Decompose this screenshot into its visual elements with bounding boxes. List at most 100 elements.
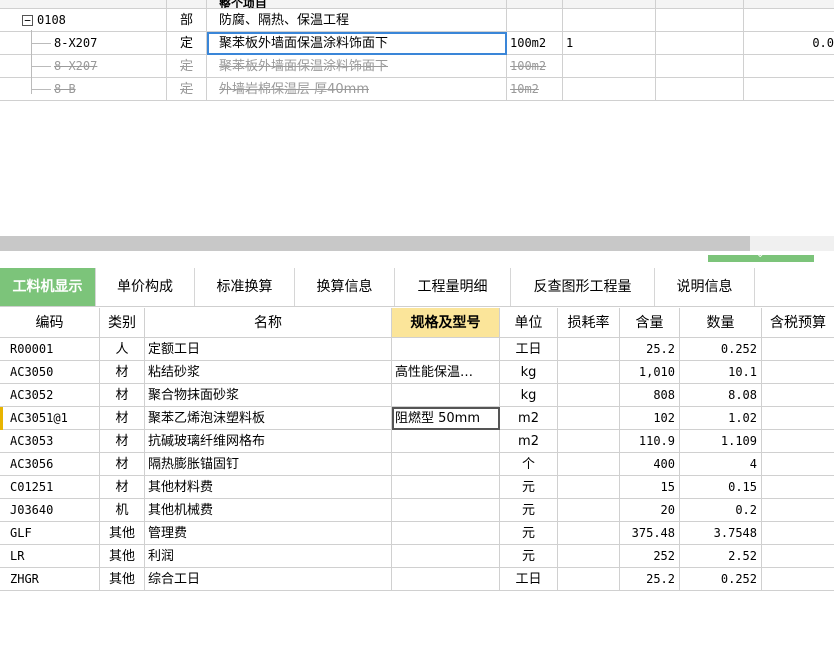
cell-tax-budget[interactable] (762, 384, 834, 407)
cell-tax-budget[interactable] (762, 545, 834, 568)
cell-content[interactable]: 1,010 (620, 361, 680, 384)
cell-code[interactable]: LR (0, 545, 100, 568)
cell-code[interactable]: J03640 (0, 499, 100, 522)
cell-code[interactable]: R00001 (0, 338, 100, 361)
cell-loss[interactable] (558, 407, 620, 430)
cell-tax-budget[interactable] (762, 361, 834, 384)
table-row[interactable]: AC3056 材隔热膨胀锚固钉 个 400 4 (0, 453, 834, 476)
cell-cat[interactable]: 其他 (100, 522, 145, 545)
cell-tax-budget[interactable] (762, 338, 834, 361)
cell-cat[interactable]: 材 (100, 361, 145, 384)
table-row[interactable]: AC3053 材抗碱玻璃纤维网格布 m2 110.9 1.109 (0, 430, 834, 453)
table-row[interactable]: AC3051@1 材聚苯乙烯泡沫塑料板 阻燃型 50mm m2 102 1.02 (0, 407, 834, 430)
cell-qty[interactable]: 4 (680, 453, 762, 476)
cell-name[interactable]: 隔热膨胀锚固钉 (145, 453, 392, 476)
cell-unit[interactable]: kg (500, 361, 558, 384)
splitter-handle[interactable]: ⌄ (708, 249, 814, 262)
cell-cat[interactable]: 材 (100, 453, 145, 476)
cell-cat[interactable]: 材 (100, 430, 145, 453)
cell-loss[interactable] (558, 453, 620, 476)
cell-name[interactable]: 利润 (145, 545, 392, 568)
cell-spec[interactable] (392, 499, 500, 522)
cell-code[interactable]: ZHGR (0, 568, 100, 591)
cell-cat[interactable]: 材 (100, 476, 145, 499)
cell-unit[interactable]: 元 (500, 545, 558, 568)
cell-unit[interactable]: 个 (500, 453, 558, 476)
table-row[interactable]: 8-X207 定 聚苯板外墙面保温涂料饰面下 100m2 1 0.0 (0, 32, 834, 55)
cell-spec[interactable] (392, 545, 500, 568)
tab-reverse-lookup[interactable]: 反查图形工程量 (511, 268, 655, 306)
cell-loss[interactable] (558, 430, 620, 453)
cell-content[interactable]: 102 (620, 407, 680, 430)
scrollbar-thumb[interactable] (0, 236, 750, 251)
cell-cat[interactable]: 其他 (100, 545, 145, 568)
cell-unit[interactable]: 工日 (500, 568, 558, 591)
cell-tax-budget[interactable] (762, 476, 834, 499)
cell-spec[interactable] (392, 338, 500, 361)
cell-loss[interactable] (558, 384, 620, 407)
table-row[interactable]: 8-B 定 外墙岩棉保温层 厚40mm 10m2 (0, 78, 834, 101)
cell-tax-budget[interactable] (762, 499, 834, 522)
cell-name[interactable]: 聚苯乙烯泡沫塑料板 (145, 407, 392, 430)
cell-content[interactable]: 20 (620, 499, 680, 522)
cell-content[interactable]: 25.2 (620, 338, 680, 361)
cell-qty[interactable]: 0.2 (680, 499, 762, 522)
cell-spec[interactable]: 阻燃型 50mm (392, 407, 500, 430)
table-row[interactable]: AC3050 材粘结砂浆 高性能保温… kg 1,010 10.1 (0, 361, 834, 384)
cell-qty[interactable]: 0.252 (680, 568, 762, 591)
cell-name[interactable]: 其他机械费 (145, 499, 392, 522)
cell-cat[interactable]: 材 (100, 384, 145, 407)
cell-loss[interactable] (558, 522, 620, 545)
cell-spec[interactable] (392, 384, 500, 407)
cell-tax-budget[interactable] (762, 568, 834, 591)
cell-name[interactable]: 定额工日 (145, 338, 392, 361)
cell-spec[interactable] (392, 522, 500, 545)
table-row[interactable]: 8-X207 定 聚苯板外墙面保温涂料饰面下 100m2 (0, 55, 834, 78)
cell-content[interactable]: 252 (620, 545, 680, 568)
cell-qty[interactable]: 8.08 (680, 384, 762, 407)
table-row[interactable]: AC3052 材聚合物抹面砂浆 kg 808 8.08 (0, 384, 834, 407)
cell-qty[interactable]: 0.15 (680, 476, 762, 499)
cell-tax-budget[interactable] (762, 407, 834, 430)
table-row[interactable]: J03640 机其他机械费 元 20 0.2 (0, 499, 834, 522)
cell-qty[interactable]: 0.252 (680, 338, 762, 361)
cell-unit[interactable]: 元 (500, 499, 558, 522)
cell-qty[interactable]: 2.52 (680, 545, 762, 568)
tab-description[interactable]: 说明信息 (655, 268, 755, 306)
tab-standard-conversion[interactable]: 标准换算 (195, 268, 295, 306)
cell-qty[interactable]: 10.1 (680, 361, 762, 384)
item-name-field[interactable]: 聚苯板外墙面保温涂料饰面下 (207, 32, 507, 55)
cell-qty[interactable]: 1.109 (680, 430, 762, 453)
cell-tax-budget[interactable] (762, 430, 834, 453)
cell-loss[interactable] (558, 476, 620, 499)
cell-loss[interactable] (558, 568, 620, 591)
tab-labor-material-machine[interactable]: 工料机显示 (0, 268, 96, 306)
cell-cat[interactable]: 材 (100, 407, 145, 430)
cell-name[interactable]: 抗碱玻璃纤维网格布 (145, 430, 392, 453)
cell-spec[interactable] (392, 568, 500, 591)
cell-qty[interactable]: 3.7548 (680, 522, 762, 545)
cell-spec[interactable] (392, 453, 500, 476)
cell-unit[interactable]: m2 (500, 407, 558, 430)
cell-loss[interactable] (558, 499, 620, 522)
cell-tax-budget[interactable] (762, 453, 834, 476)
tab-quantity-detail[interactable]: 工程量明细 (395, 268, 511, 306)
cell-code[interactable]: AC3051@1 (0, 407, 100, 430)
cell-cat[interactable]: 机 (100, 499, 145, 522)
cell-cat[interactable]: 其他 (100, 568, 145, 591)
tab-conversion-info[interactable]: 换算信息 (295, 268, 395, 306)
cell-name[interactable]: 聚合物抹面砂浆 (145, 384, 392, 407)
cell-unit[interactable]: kg (500, 384, 558, 407)
cell-unit[interactable]: 工日 (500, 338, 558, 361)
table-row[interactable]: LR 其他 利润 元 252 2.52 (0, 545, 834, 568)
cell-code[interactable]: AC3056 (0, 453, 100, 476)
cell-content[interactable]: 808 (620, 384, 680, 407)
cell-name[interactable]: 其他材料费 (145, 476, 392, 499)
collapse-icon[interactable]: − (22, 15, 33, 26)
cell-name[interactable]: 粘结砂浆 (145, 361, 392, 384)
cell-loss[interactable] (558, 545, 620, 568)
cell-content[interactable]: 110.9 (620, 430, 680, 453)
cell-spec[interactable]: 高性能保温… (392, 361, 500, 384)
cell-spec[interactable] (392, 430, 500, 453)
cell-code[interactable]: AC3050 (0, 361, 100, 384)
